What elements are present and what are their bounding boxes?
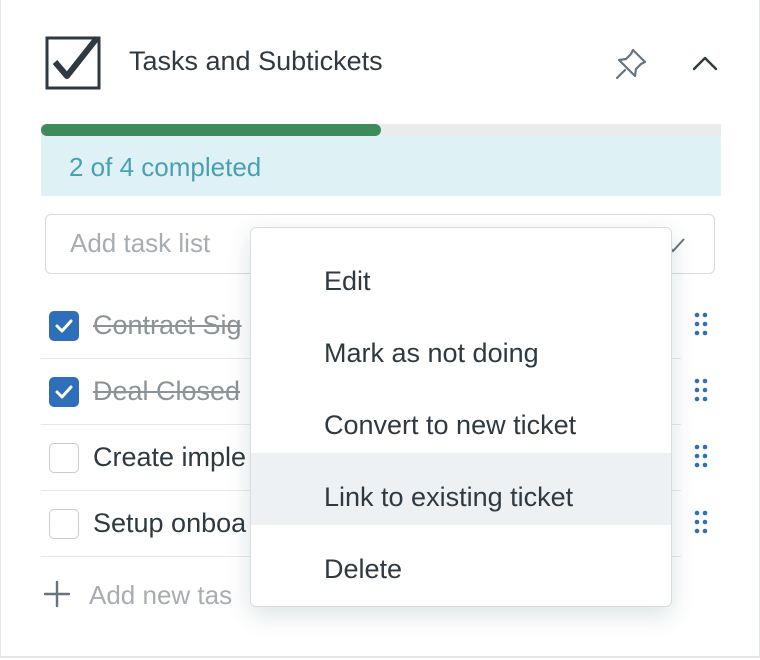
menu-item-label: Delete bbox=[324, 554, 403, 584]
menu-item-link-existing-ticket[interactable]: Link to existing ticket bbox=[251, 453, 671, 525]
task-checkbox[interactable] bbox=[49, 443, 79, 473]
menu-item-label: Convert to new ticket bbox=[324, 410, 577, 440]
task-checkbox[interactable] bbox=[49, 509, 79, 539]
task-label[interactable]: Deal Closed bbox=[93, 376, 240, 407]
task-label[interactable]: Contract Sig bbox=[93, 310, 242, 341]
tasks-panel: Tasks and Subtickets 2 of 4 completed Co… bbox=[0, 0, 760, 658]
menu-item-mark-not-doing[interactable]: Mark as not doing bbox=[251, 309, 671, 381]
menu-item-edit[interactable]: Edit bbox=[251, 237, 671, 309]
progress-text: 2 of 4 completed bbox=[69, 152, 262, 182]
task-checkbox[interactable] bbox=[49, 377, 79, 407]
drag-handle-icon[interactable] bbox=[693, 509, 709, 535]
progress-fill bbox=[41, 124, 381, 136]
task-label[interactable]: Create imple bbox=[93, 442, 246, 473]
menu-item-delete[interactable]: Delete bbox=[251, 525, 671, 597]
plus-icon bbox=[43, 580, 71, 608]
menu-item-label: Mark as not doing bbox=[324, 338, 539, 368]
menu-item-label: Edit bbox=[324, 266, 371, 296]
add-new-task-label: Add new tas bbox=[89, 580, 233, 610]
task-label[interactable]: Setup onboa bbox=[93, 508, 246, 539]
drag-handle-icon[interactable] bbox=[693, 443, 709, 469]
chevron-up-icon[interactable] bbox=[689, 48, 721, 80]
task-context-menu: Edit Mark as not doing Convert to new ti… bbox=[250, 227, 672, 607]
task-checkbox[interactable] bbox=[49, 311, 79, 341]
pin-icon[interactable] bbox=[611, 44, 651, 84]
checkbox-icon bbox=[45, 36, 101, 90]
section-title: Tasks and Subtickets bbox=[129, 46, 383, 76]
drag-handle-icon[interactable] bbox=[693, 311, 709, 337]
drag-handle-icon[interactable] bbox=[693, 377, 709, 403]
menu-item-label: Link to existing ticket bbox=[324, 482, 574, 512]
menu-item-convert-to-ticket[interactable]: Convert to new ticket bbox=[251, 381, 671, 453]
checkmark-icon bbox=[55, 319, 73, 333]
checkmark-icon bbox=[55, 385, 73, 399]
progress-bar bbox=[41, 124, 721, 136]
progress-banner: 2 of 4 completed bbox=[41, 136, 721, 196]
